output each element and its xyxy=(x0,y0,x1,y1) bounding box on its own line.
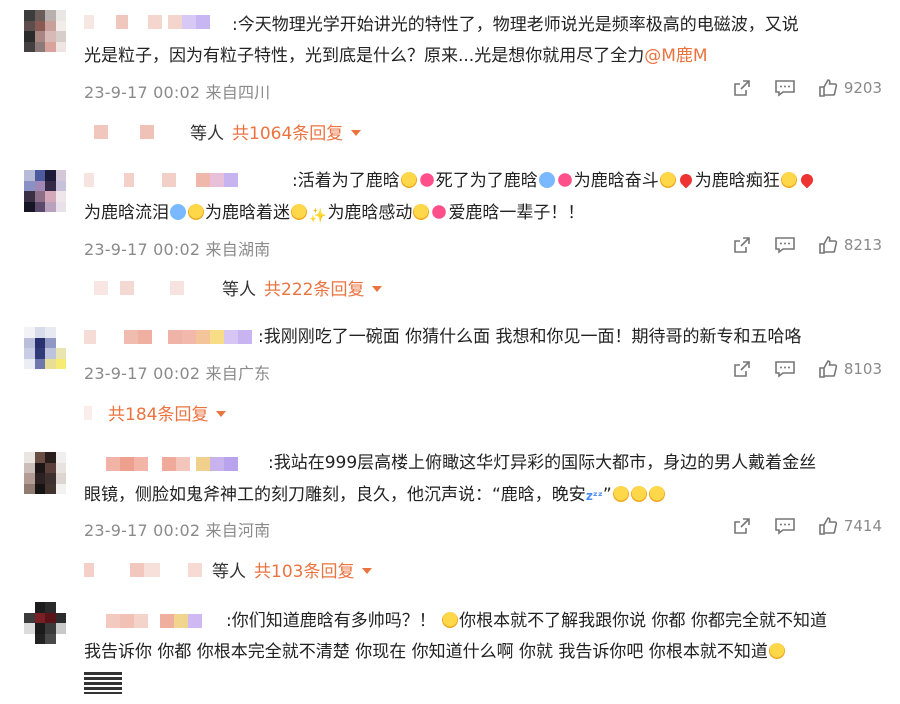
replier-names-blurred xyxy=(84,124,180,139)
username-blurred[interactable] xyxy=(84,327,252,347)
comment-icon xyxy=(775,80,795,97)
like-icon xyxy=(819,360,837,378)
share-button[interactable] xyxy=(732,359,752,379)
share-icon xyxy=(734,518,750,534)
like-count: 7414 xyxy=(843,517,882,535)
avatar[interactable] xyxy=(24,170,66,212)
caret-down-icon[interactable] xyxy=(351,129,362,136)
comment-text-line2: 光是粒子，因为有粒子特性，光到底是什么？原来...光是想你就用尽了全力@M鹿M xyxy=(84,46,708,66)
reply-count[interactable]: 共1064条回复 xyxy=(232,119,343,144)
comment-text: :今天物理光学开始讲光的特性了，物理老师说光是频率极高的电磁波，又说 xyxy=(232,15,799,35)
comment-meta: 23-9-17 00:02 来自河南 xyxy=(84,521,271,540)
replier-names-blurred xyxy=(84,562,202,577)
comment-button[interactable] xyxy=(774,516,796,536)
replier-names-blurred xyxy=(84,280,212,295)
like-button[interactable]: 7414 xyxy=(818,516,882,536)
reply-count[interactable]: 共184条回复 xyxy=(108,400,208,425)
comment-text: :我刚刚吃了一碗面 你猜什么面 我想和你见一面！期待哥的新专和五哈咯 xyxy=(258,327,802,347)
comment-icon xyxy=(775,518,795,535)
comment-text: :我站在999层高楼上俯瞰这华灯异彩的国际大都市，身边的男人戴着金丝 xyxy=(268,453,817,473)
reply-line[interactable]: 等人 共103条回复 xyxy=(84,557,373,582)
caret-down-icon[interactable] xyxy=(216,410,227,417)
caret-down-icon[interactable] xyxy=(362,567,373,574)
reply-line[interactable]: 共184条回复 xyxy=(84,400,227,425)
like-icon xyxy=(819,236,837,254)
mention-link[interactable]: @M鹿M xyxy=(644,46,707,66)
avatar[interactable] xyxy=(24,327,66,369)
like-button[interactable]: 8103 xyxy=(818,359,882,379)
share-icon xyxy=(734,361,750,377)
comment-icon xyxy=(775,361,795,378)
like-icon xyxy=(819,517,837,535)
comment-button[interactable] xyxy=(774,78,796,98)
like-count: 9203 xyxy=(843,79,882,97)
hamburger-lines-icon xyxy=(84,672,122,694)
comment-text: :你们知道鹿晗有多帅吗？！ 你根本就不了解我跟你说 你都 你都完全就不知道 xyxy=(226,611,827,631)
sunglasses-emoji-icon xyxy=(442,612,459,628)
zzz-icon: zᶻᶻ xyxy=(585,489,603,503)
username-blurred[interactable] xyxy=(84,170,238,190)
comment-meta: 23-9-17 00:02 来自广东 xyxy=(84,364,271,383)
username-blurred[interactable] xyxy=(84,611,202,631)
reply-count[interactable]: 共103条回复 xyxy=(254,557,354,582)
action-bar: 9203 xyxy=(710,78,882,98)
like-button[interactable]: 8213 xyxy=(818,235,882,255)
action-bar: 7414 xyxy=(710,516,882,536)
like-count: 8103 xyxy=(843,360,882,378)
comment-button[interactable] xyxy=(774,235,796,255)
reply-prefix: 等人 xyxy=(222,280,256,300)
caret-down-icon[interactable] xyxy=(372,285,383,292)
share-button[interactable] xyxy=(732,235,752,255)
action-bar: 8213 xyxy=(710,235,882,255)
comment-text: :活着为了鹿晗 死了为了鹿晗 为鹿晗奋斗 为鹿晗痴狂 xyxy=(292,166,892,197)
username-blurred[interactable] xyxy=(84,12,210,32)
replier-names-blurred xyxy=(84,405,98,420)
comment-icon xyxy=(775,237,795,254)
reply-prefix: 等人 xyxy=(190,124,224,144)
comment-text-line2: 为鹿晗流泪 为鹿晗着迷 ✨为鹿晗感动 爱鹿晗一辈子！！ xyxy=(84,202,585,224)
reply-count[interactable]: 共222条回复 xyxy=(264,275,364,300)
comment-button[interactable] xyxy=(774,359,796,379)
share-icon xyxy=(734,237,750,253)
comment-meta: 23-9-17 00:02 来自湖南 xyxy=(84,240,271,259)
avatar[interactable] xyxy=(24,602,66,644)
avatar[interactable] xyxy=(24,452,66,494)
reply-line[interactable]: 等人 共222条回复 xyxy=(84,275,383,300)
like-icon xyxy=(819,79,837,97)
comment-text-line2: 眼镜，侧脸如鬼斧神工的刻刀雕刻，良久，他沉声说：“鹿晗，晚安zᶻᶻ” xyxy=(84,480,884,512)
share-button[interactable] xyxy=(732,78,752,98)
like-count: 8213 xyxy=(843,236,882,254)
reply-line[interactable]: 等人 共1064条回复 xyxy=(84,119,362,144)
comment-meta: 23-9-17 00:02 来自四川 xyxy=(84,83,271,102)
share-icon xyxy=(734,80,750,96)
username-blurred[interactable] xyxy=(84,454,238,474)
avatar[interactable] xyxy=(24,10,66,52)
like-button[interactable]: 9203 xyxy=(818,78,882,98)
action-bar: 8103 xyxy=(710,359,882,379)
comment-text-line2: 我告诉你 你都 你根本完全就不清楚 你现在 你知道什么啊 你就 我告诉你吧 你根… xyxy=(84,637,884,668)
share-button[interactable] xyxy=(732,516,752,536)
reply-prefix: 等人 xyxy=(212,562,246,582)
